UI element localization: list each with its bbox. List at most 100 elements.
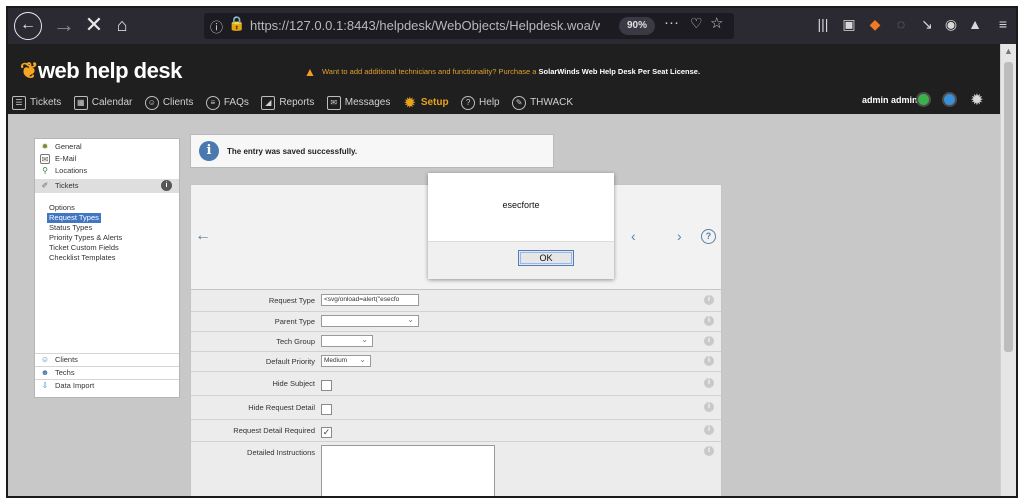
star-icon[interactable]: ☆	[710, 14, 723, 32]
warning-icon: ▲	[304, 65, 316, 79]
checkmark-icon: ✓	[322, 427, 331, 437]
license-warning[interactable]: Want to add additional technicians and f…	[322, 67, 700, 76]
extension-icon[interactable]: ▲	[966, 16, 984, 32]
alert-message: esecforte	[502, 200, 540, 210]
extension-icon[interactable]: ◆	[866, 16, 884, 33]
sidebar-item-email[interactable]: ✉ E-Mail	[35, 153, 179, 165]
library-icon[interactable]: |||	[814, 16, 832, 32]
app-logo[interactable]: ❦web help desk	[20, 58, 182, 84]
nav-label: Reports	[279, 97, 315, 108]
nav-label: THWACK	[530, 97, 574, 108]
field-info-icon[interactable]: i	[704, 378, 714, 388]
extension-icon[interactable]: ↘	[918, 16, 936, 33]
techs-icon: ☻	[40, 368, 50, 377]
info-badge-icon[interactable]: i	[161, 180, 172, 191]
sidebar-item-clients[interactable]: ☺ Clients	[35, 353, 179, 365]
more-icon[interactable]: ···	[664, 14, 679, 31]
pocket-icon[interactable]: ♡	[690, 15, 703, 32]
default-priority-select[interactable]: Medium ⌄	[321, 355, 371, 367]
nav-setup[interactable]: ✹ Setup	[403, 95, 448, 111]
field-info-icon[interactable]: i	[704, 446, 714, 456]
nav-messages[interactable]: ✉ Messages	[326, 95, 391, 111]
lock-warning-icon[interactable]: 🔒	[228, 15, 245, 32]
sidebar-subitem-request-types[interactable]: Request Types	[47, 213, 101, 223]
nav-faqs[interactable]: ≡ FAQs	[205, 95, 249, 111]
parent-type-select[interactable]: ⌄	[321, 315, 419, 327]
alert-dialog: esecforte OK	[428, 173, 614, 279]
field-label: Request Detail Required	[233, 426, 315, 435]
sidebar-item-tickets[interactable]: ✐ Tickets i	[35, 179, 179, 193]
request-type-input[interactable]: <svg/onload=alert("esecfo	[321, 294, 419, 306]
scrollbar-thumb[interactable]	[1004, 62, 1013, 352]
scroll-up-icon[interactable]: ▲	[1004, 46, 1013, 56]
profile-icon[interactable]	[942, 92, 957, 107]
setup-sidebar: ✹ General ✉ E-Mail ⚲ Locations ✐ Tickets…	[34, 138, 180, 398]
detailed-instructions-textarea[interactable]	[321, 445, 495, 496]
next-icon[interactable]: ›	[677, 228, 682, 244]
info-icon[interactable]: ⓘ	[210, 17, 223, 36]
status-icon[interactable]	[916, 92, 931, 107]
nav-label: Messages	[344, 97, 391, 108]
field-info-icon[interactable]: i	[704, 356, 714, 366]
extension-icon[interactable]: ◌	[892, 16, 910, 32]
form-row-request-detail-required: Request Detail Required ✓ i	[191, 420, 721, 442]
preferences-gear-icon[interactable]: ✹	[968, 90, 986, 109]
sidebar-item-label: E-Mail	[55, 154, 77, 163]
tickets-icon: ✐	[41, 181, 49, 190]
field-label: Parent Type	[274, 317, 315, 326]
nav-calendar[interactable]: ▦ Calendar	[73, 95, 133, 111]
previous-icon[interactable]: ‹	[631, 228, 636, 244]
nav-help[interactable]: ? Help	[461, 95, 500, 111]
chevron-down-icon: ⌄	[361, 335, 368, 344]
account-icon[interactable]: ◉	[942, 16, 960, 33]
nav-tickets[interactable]: ☰ Tickets	[12, 95, 61, 111]
vertical-scrollbar[interactable]: ▲	[1000, 44, 1016, 496]
faqs-icon: ≡	[205, 96, 220, 110]
help-icon[interactable]: ?	[701, 229, 716, 244]
hide-request-detail-checkbox[interactable]	[321, 404, 332, 415]
field-info-icon[interactable]: i	[704, 425, 714, 435]
hide-subject-checkbox[interactable]	[321, 380, 332, 391]
sidebar-item-data-import[interactable]: ⇩ Data Import	[35, 379, 179, 391]
nav-label: Calendar	[91, 97, 133, 108]
field-info-icon[interactable]: i	[704, 295, 714, 305]
sidebar-subitem-status-types[interactable]: Status Types	[49, 223, 92, 233]
nav-thwack[interactable]: ✎ THWACK	[512, 95, 573, 111]
nav-reports[interactable]: ◢ Reports	[261, 95, 314, 111]
menu-icon[interactable]: ≡	[994, 16, 1012, 32]
field-info-icon[interactable]: i	[704, 336, 714, 346]
chevron-down-icon: ⌄	[359, 355, 366, 364]
request-detail-required-checkbox[interactable]: ✓	[321, 427, 332, 438]
license-warning-strong: SolarWinds Web Help Desk Per Seat Licens…	[538, 67, 701, 76]
back-arrow-icon[interactable]: ←	[195, 227, 211, 245]
stop-icon[interactable]: ✕	[80, 12, 108, 40]
sidebar-subitem-checklist-templates[interactable]: Checklist Templates	[49, 253, 116, 263]
tech-group-select[interactable]: ⌄	[321, 335, 373, 347]
url-text[interactable]: https://127.0.0.1:8443/helpdesk/WebObjec…	[250, 18, 600, 33]
sidebar-subitem-custom-fields[interactable]: Ticket Custom Fields	[49, 243, 119, 253]
sidebar-subitem-priority-types[interactable]: Priority Types & Alerts	[49, 233, 122, 243]
form-row-request-type: Request Type <svg/onload=alert("esecfo i	[191, 290, 721, 312]
field-info-icon[interactable]: i	[704, 402, 714, 412]
sidebar-item-techs[interactable]: ☻ Techs	[35, 366, 179, 378]
url-bar[interactable]: ⓘ 🔒 https://127.0.0.1:8443/helpdesk/WebO…	[204, 13, 734, 39]
sidebar-subitem-options[interactable]: Options	[49, 203, 75, 213]
sidebar-icon[interactable]: ▣	[840, 16, 858, 33]
sidebar-item-label: Clients	[55, 355, 78, 364]
license-warning-text: Want to add additional technicians and f…	[322, 67, 539, 76]
zoom-level-badge[interactable]: 90%	[619, 17, 656, 35]
field-info-icon[interactable]: i	[704, 316, 714, 326]
home-icon[interactable]: ⌂	[108, 12, 136, 40]
form-row-hide-subject: Hide Subject i	[191, 372, 721, 396]
ok-button[interactable]: OK	[518, 250, 574, 266]
nav-clients[interactable]: ☺ Clients	[144, 95, 193, 111]
sidebar-item-label: General	[55, 142, 82, 151]
nav-label: FAQs	[223, 97, 249, 108]
sidebar-item-locations[interactable]: ⚲ Locations	[35, 165, 179, 177]
back-icon[interactable]: ←	[14, 12, 42, 40]
user-name[interactable]: admin admin	[862, 95, 918, 105]
email-icon: ✉	[40, 154, 50, 164]
sidebar-item-general[interactable]: ✹ General	[35, 141, 179, 153]
forward-icon[interactable]: →	[50, 12, 78, 40]
logo-mark-icon: ❦	[20, 58, 38, 83]
